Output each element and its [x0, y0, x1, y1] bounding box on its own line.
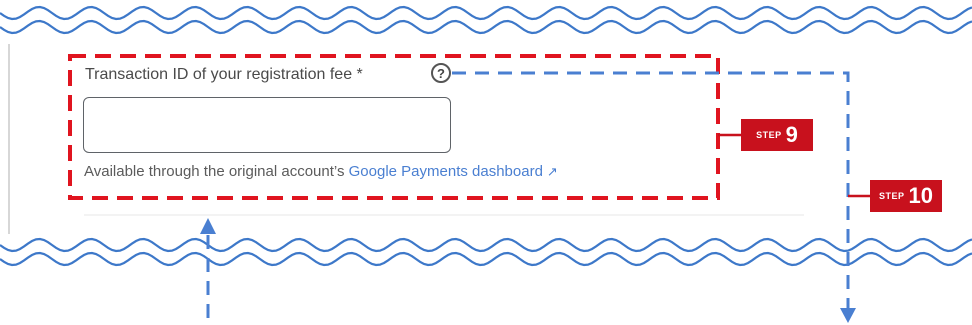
- step-10-number: 10: [908, 183, 933, 208]
- transaction-id-input[interactable]: [83, 97, 451, 153]
- step10-arrow-path: [452, 71, 850, 312]
- wavy-edge-top: [0, 5, 972, 35]
- left-divider: [8, 44, 10, 234]
- help-question-icon[interactable]: ?: [431, 63, 451, 83]
- screenshot-stage: Transaction ID of your registration fee …: [0, 0, 972, 325]
- step-9-prefix: STEP: [756, 130, 782, 140]
- step-10-badge: STEP 10: [870, 180, 942, 212]
- wavy-edge-bottom: [0, 237, 972, 267]
- helper-text-prefix: Available through the original account’s: [84, 163, 349, 180]
- faint-underline: [84, 214, 804, 216]
- step10-arrow-head: [840, 308, 856, 323]
- step-10-prefix: STEP: [879, 191, 905, 201]
- helper-text: Available through the original account’s…: [84, 163, 558, 180]
- external-link-icon[interactable]: ↗: [547, 164, 558, 179]
- step-9-number: 9: [785, 122, 798, 147]
- help-icon-glyph: ?: [437, 65, 445, 81]
- google-payments-dashboard-link[interactable]: Google Payments dashboard: [349, 163, 543, 180]
- step-9-badge: STEP 9: [741, 119, 813, 151]
- transaction-id-label: Transaction ID of your registration fee …: [85, 66, 363, 83]
